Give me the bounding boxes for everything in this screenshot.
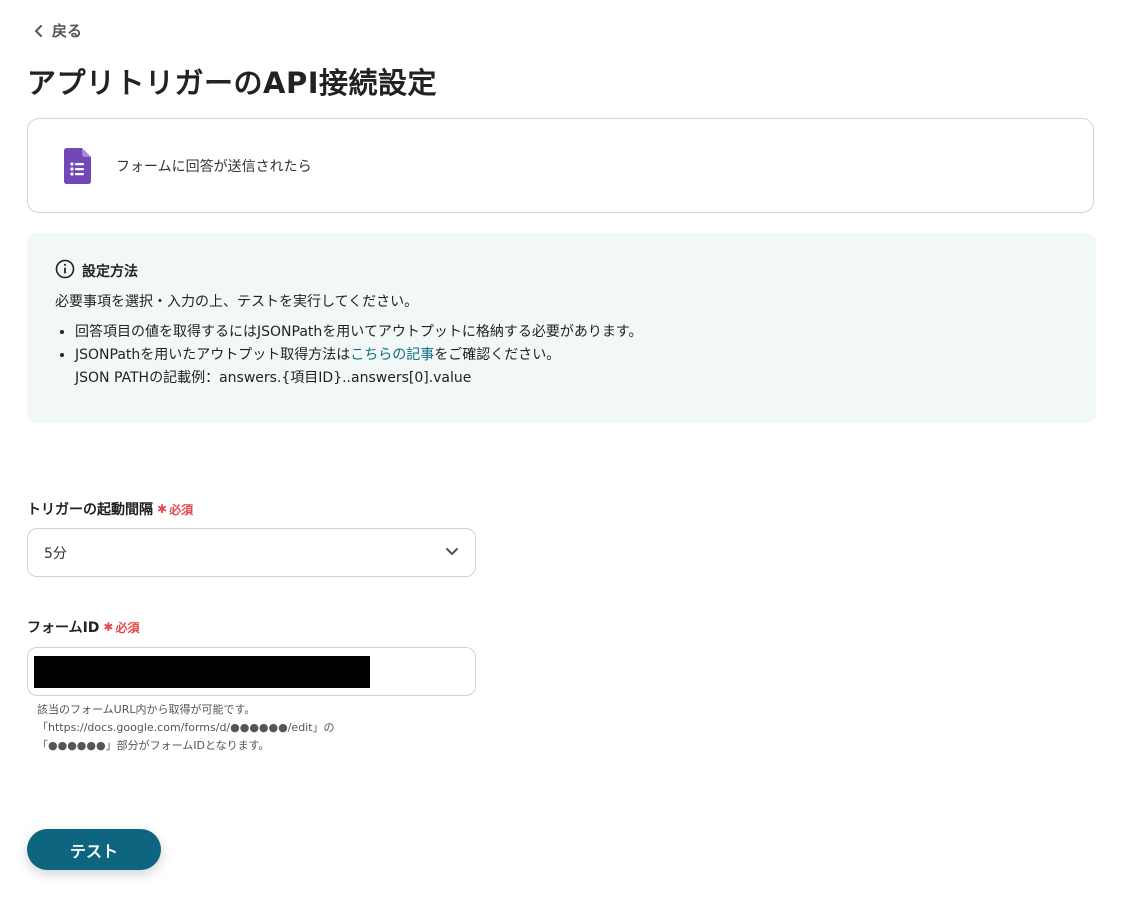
info-bullet-2: JSONPathを用いたアウトプット取得方法はこちらの記事をご確認ください。 J… <box>75 344 1068 390</box>
hint-line-2: 「https://docs.google.com/forms/d/●●●●●●/… <box>37 721 335 734</box>
info-bullet-1: 回答項目の値を取得するにはJSONPathを用いてアウトプットに格納する必要があ… <box>75 321 1068 344</box>
info-bullet-2-text-after: をご確認ください。 <box>434 347 561 363</box>
asterisk-icon: ✱ <box>157 502 168 516</box>
required-badge: ✱ 必須 <box>103 619 139 636</box>
trigger-card: フォームに回答が送信されたら <box>27 118 1094 213</box>
info-icon <box>55 259 75 283</box>
info-heading: 設定方法 <box>55 259 1068 283</box>
google-forms-icon <box>64 147 91 184</box>
form-id-hint: 該当のフォームURL内から取得が可能です。 「https://docs.goog… <box>37 701 335 755</box>
article-link[interactable]: こちらの記事 <box>350 347 434 363</box>
interval-field-label: トリガーの起動間隔 ✱ 必須 <box>27 499 193 519</box>
info-bullet-2-text: JSONPathを用いたアウトプット取得方法は <box>75 347 351 363</box>
hint-line-1: 該当のフォームURL内から取得が可能です。 <box>37 703 256 716</box>
test-button[interactable]: テスト <box>27 829 161 870</box>
json-path-example: JSON PATHの記載例：answers.{項目ID}..answers[0]… <box>75 370 472 386</box>
required-text: 必須 <box>115 620 140 635</box>
redacted-value <box>34 656 370 688</box>
form-id-label-text: フォームID <box>27 620 100 636</box>
info-list: 回答項目の値を取得するにはJSONPathを用いてアウトプットに格納する必要があ… <box>55 321 1068 390</box>
info-heading-text: 設定方法 <box>82 264 138 280</box>
back-link[interactable]: 戻る <box>34 20 82 41</box>
interval-label-text: トリガーの起動間隔 <box>27 502 153 518</box>
interval-select[interactable]: 5分 <box>27 528 476 577</box>
trigger-label: フォームに回答が送信されたら <box>116 158 312 175</box>
form-id-field-label: フォームID ✱ 必須 <box>27 617 140 637</box>
info-box: 設定方法 必要事項を選択・入力の上、テストを実行してください。 回答項目の値を取… <box>27 233 1096 423</box>
interval-select-value: 5分 <box>44 545 67 562</box>
page: 戻る アプリトリガーのAPI接続設定 フォームに回答が送信されたら 設定方法 必… <box>0 0 1127 901</box>
form-id-input[interactable] <box>27 647 476 696</box>
page-title: アプリトリガーのAPI接続設定 <box>27 66 437 100</box>
required-badge: ✱ 必須 <box>157 501 193 518</box>
back-label: 戻る <box>52 22 83 40</box>
chevron-down-icon <box>445 545 459 561</box>
asterisk-icon: ✱ <box>103 620 114 634</box>
info-intro: 必要事項を選択・入力の上、テストを実行してください。 <box>55 294 419 310</box>
required-text: 必須 <box>169 502 194 517</box>
chevron-left-icon <box>34 24 44 37</box>
hint-line-3: 「●●●●●●」部分がフォームIDとなります。 <box>37 739 270 752</box>
